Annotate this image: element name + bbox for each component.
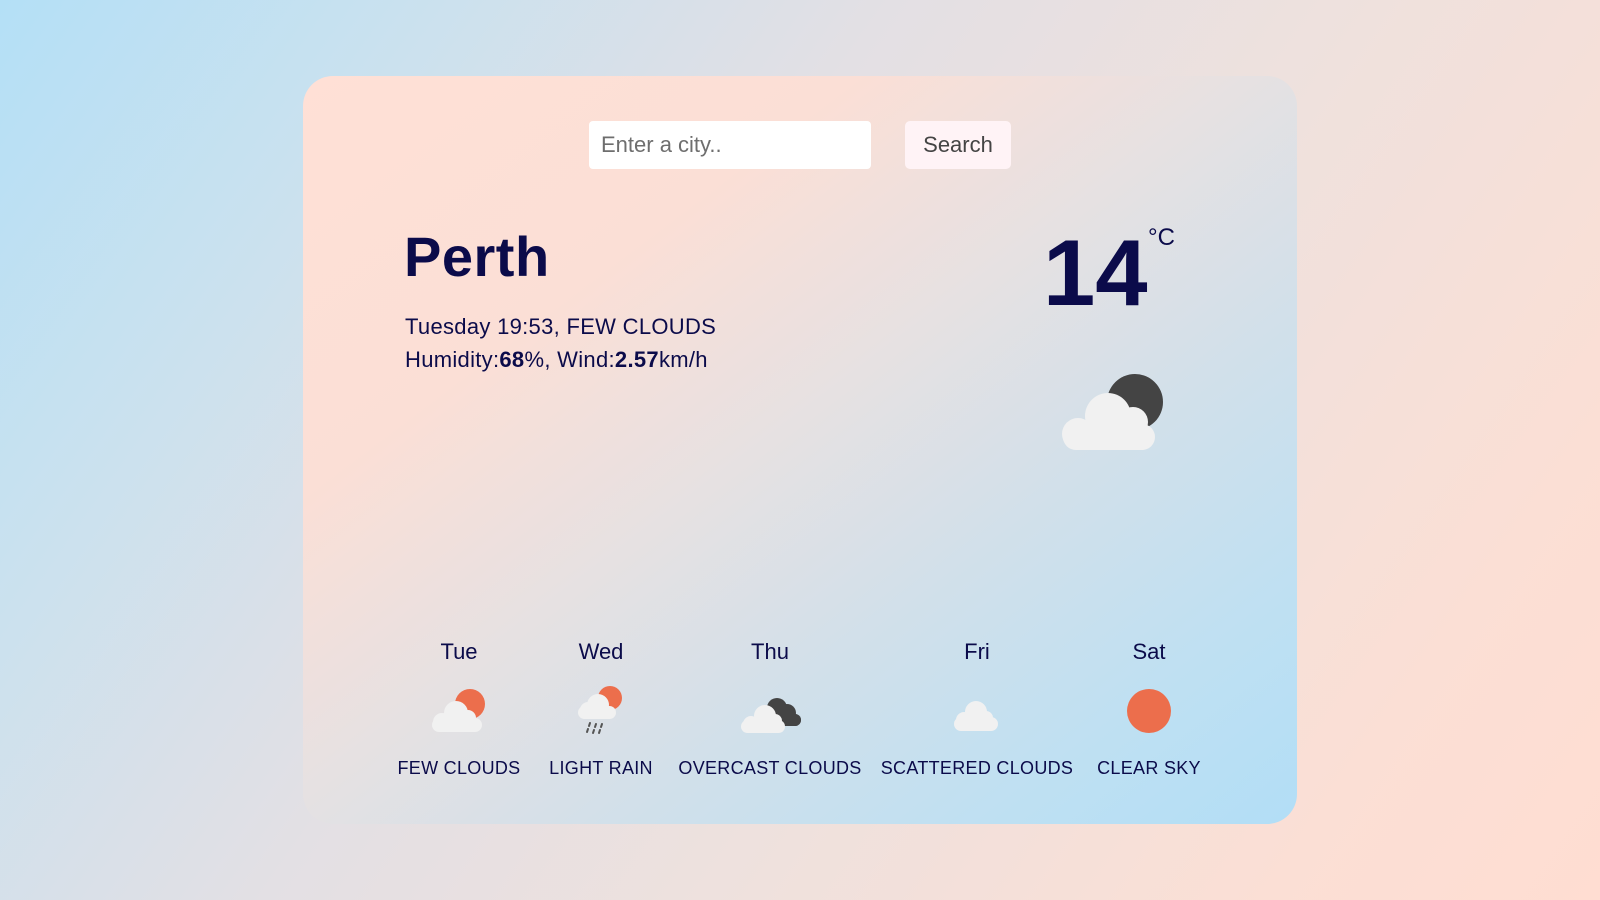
forecast-day-name: Sat: [1132, 639, 1166, 664]
forecast-day-thu: Thu OVERCAST CLOUDS: [670, 638, 870, 779]
current-details: Tuesday 19:53, FEW CLOUDS Humidity:68%, …: [405, 310, 716, 376]
wind-value: 2.57: [614, 347, 659, 372]
search-bar: Search: [303, 121, 1297, 169]
clear-sky-icon: [1127, 689, 1171, 733]
search-button[interactable]: Search: [905, 121, 1011, 169]
few-clouds-night-icon: [1062, 374, 1163, 450]
forecast-day-name: Fri: [964, 639, 990, 664]
light-rain-icon: [578, 686, 622, 734]
overcast-clouds-icon: [741, 698, 801, 733]
city-name: Perth: [404, 225, 550, 288]
scattered-clouds-icon: [954, 701, 998, 731]
forecast-description: SCATTERED CLOUDS: [880, 758, 1074, 778]
weather-card: Search Perth Tuesday 19:53, FEW CLOUDS H…: [303, 76, 1297, 824]
few-clouds-icon: [432, 689, 485, 732]
humidity-label: Humidity:: [405, 347, 500, 372]
humidity-value: 68: [499, 347, 525, 372]
temperature-unit: °C: [1148, 224, 1175, 251]
forecast-description: OVERCAST CLOUDS: [678, 758, 862, 778]
forecast-day-sat: Sat CLEAR SKY: [1049, 638, 1249, 779]
wind-unit: km/h: [658, 347, 708, 372]
humidity-unit: %: [524, 347, 545, 372]
humidity-wind-line: Humidity:68%, Wind:2.57km/h: [405, 343, 716, 376]
forecast-day-fri: Fri SCATTERED CLOUDS: [877, 638, 1077, 779]
forecast-day-name: Thu: [751, 639, 789, 664]
forecast-description: CLEAR SKY: [1097, 758, 1201, 778]
city-search-input[interactable]: [589, 121, 871, 169]
wind-label: , Wind:: [544, 347, 615, 372]
current-temperature: 14: [1043, 220, 1148, 325]
date-description: Tuesday 19:53, FEW CLOUDS: [405, 314, 717, 339]
